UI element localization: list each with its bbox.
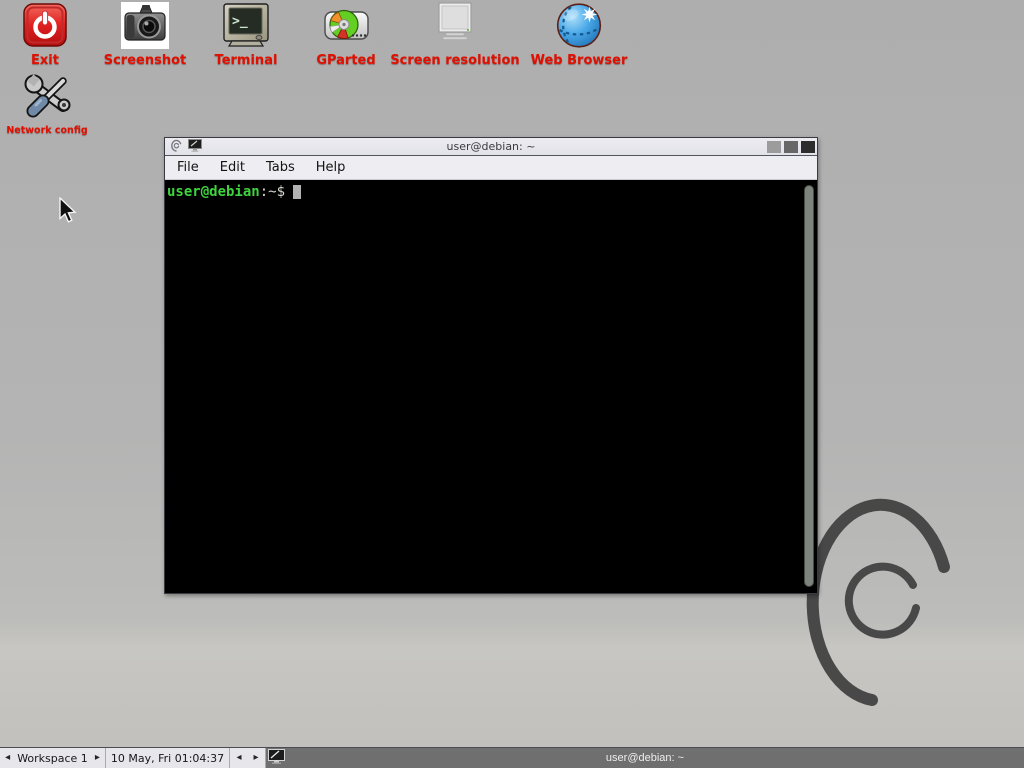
menu-help[interactable]: Help — [308, 158, 354, 177]
terminal-window: user@debian: ~ File Edit Tabs Help user@… — [164, 137, 818, 594]
workspace-next-icon[interactable]: ▸ — [95, 753, 100, 763]
mouse-cursor — [57, 197, 79, 229]
pager-prev-icon[interactable]: ◂ — [236, 753, 241, 763]
terminal-scrollbar[interactable] — [804, 185, 814, 587]
desktop-icon-web-browser[interactable]: Web Browser — [520, 0, 638, 68]
disk-partition-icon — [323, 0, 370, 50]
window-monitor-icon — [188, 137, 202, 156]
globe-browser-icon — [556, 0, 602, 50]
desktop-icon-exit[interactable]: Exit — [13, 0, 77, 68]
terminal-content[interactable]: user@debian:~$ — [165, 180, 817, 593]
desktop-icon-network-config[interactable]: Network config — [1, 72, 93, 136]
window-swirl-icon — [170, 137, 183, 156]
pager-arrows: ◂ ▸ — [230, 748, 266, 768]
camera-icon — [121, 0, 169, 50]
tools-icon — [23, 72, 71, 122]
task-monitor-icon — [268, 749, 285, 767]
prompt-suffix: :~$ — [260, 184, 285, 200]
desktop-icon-screen-resolution[interactable]: Screen resolution — [386, 0, 524, 68]
crt-terminal-icon: >_ — [222, 0, 270, 50]
desktop-icon-screenshot[interactable]: Screenshot — [98, 0, 192, 68]
desktop-icon-terminal[interactable]: >_ Terminal — [198, 0, 294, 68]
shell-prompt: user@debian:~$ — [165, 180, 817, 200]
window-title: user@debian: ~ — [165, 140, 817, 153]
maximize-button[interactable] — [784, 141, 798, 153]
task-list: user@debian: ~ — [266, 748, 1024, 768]
terminal-block-cursor — [293, 185, 301, 199]
desktop-icon-label: Screen resolution — [390, 53, 519, 68]
close-button[interactable] — [801, 141, 815, 153]
exit-power-icon — [23, 0, 67, 50]
taskbar: ◂ Workspace 1 ▸ 10 May, Fri 01:04:37 ◂ ▸… — [0, 747, 1024, 768]
desktop-icon-label: Web Browser — [531, 53, 628, 68]
menu-edit[interactable]: Edit — [212, 158, 253, 177]
task-button-title: user@debian: ~ — [266, 752, 1024, 764]
desktop-icon-label: Exit — [31, 53, 59, 68]
desktop-icon-label: Terminal — [215, 53, 278, 68]
menu-file[interactable]: File — [169, 158, 207, 177]
workspace-label: Workspace 1 — [17, 752, 88, 765]
minimize-button[interactable] — [767, 141, 781, 153]
terminal-menubar: File Edit Tabs Help — [165, 156, 817, 180]
clock: 10 May, Fri 01:04:37 — [106, 748, 230, 768]
clock-text: 10 May, Fri 01:04:37 — [111, 752, 224, 765]
monitor-icon — [432, 0, 478, 50]
prompt-user-host: user@debian — [167, 184, 260, 200]
menu-tabs[interactable]: Tabs — [258, 158, 303, 177]
desktop-icon-label: Network config — [6, 125, 87, 136]
desktop-icon-gparted[interactable]: GParted — [300, 0, 392, 68]
workspace-switcher[interactable]: ◂ Workspace 1 ▸ — [0, 748, 106, 768]
window-titlebar[interactable]: user@debian: ~ — [165, 138, 817, 156]
desktop-icon-label: Screenshot — [104, 53, 187, 68]
desktop-icon-label: GParted — [316, 53, 375, 68]
workspace-prev-icon[interactable]: ◂ — [5, 753, 10, 763]
pager-next-icon[interactable]: ▸ — [254, 753, 259, 763]
task-button-terminal[interactable]: user@debian: ~ — [266, 748, 1024, 768]
svg-text:>_: >_ — [232, 14, 248, 29]
